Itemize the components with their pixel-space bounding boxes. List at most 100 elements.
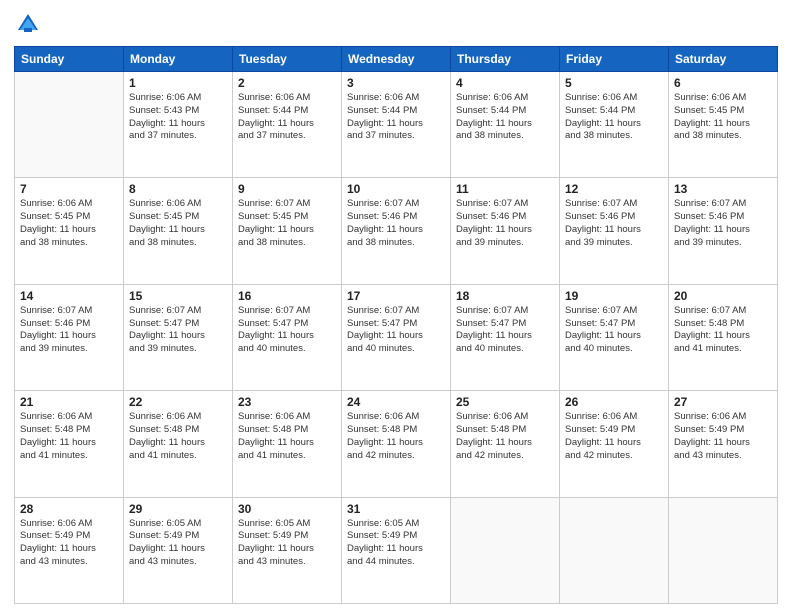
table-row: 25Sunrise: 6:06 AMSunset: 5:48 PMDayligh…	[451, 391, 560, 497]
cell-info-line: Daylight: 11 hours	[347, 118, 445, 131]
cell-info-line: and 41 minutes.	[20, 450, 118, 463]
cell-info-line: and 43 minutes.	[129, 556, 227, 569]
table-row: 21Sunrise: 6:06 AMSunset: 5:48 PMDayligh…	[15, 391, 124, 497]
table-row: 26Sunrise: 6:06 AMSunset: 5:49 PMDayligh…	[560, 391, 669, 497]
cell-info-line: Sunrise: 6:06 AM	[347, 92, 445, 105]
cell-info-line: Sunrise: 6:07 AM	[565, 198, 663, 211]
cell-info-line: Sunset: 5:46 PM	[20, 318, 118, 331]
day-number: 28	[20, 502, 118, 516]
cell-info-line: and 44 minutes.	[347, 556, 445, 569]
cell-info-line: and 38 minutes.	[565, 130, 663, 143]
day-number: 26	[565, 395, 663, 409]
cell-info-line: Daylight: 11 hours	[238, 224, 336, 237]
cell-info-line: Sunset: 5:47 PM	[456, 318, 554, 331]
cell-info-line: and 40 minutes.	[238, 343, 336, 356]
cell-info-line: Sunrise: 6:06 AM	[129, 92, 227, 105]
cell-info-line: Daylight: 11 hours	[565, 118, 663, 131]
day-number: 24	[347, 395, 445, 409]
cell-info-line: Daylight: 11 hours	[674, 330, 772, 343]
cell-info-line: Daylight: 11 hours	[238, 118, 336, 131]
cell-info-line: Daylight: 11 hours	[347, 543, 445, 556]
day-number: 5	[565, 76, 663, 90]
cell-info-line: Sunset: 5:49 PM	[347, 530, 445, 543]
day-header-tuesday: Tuesday	[233, 47, 342, 72]
cell-info-line: Sunrise: 6:06 AM	[20, 411, 118, 424]
table-row	[669, 497, 778, 603]
cell-info-line: and 41 minutes.	[238, 450, 336, 463]
cell-info-line: Daylight: 11 hours	[129, 224, 227, 237]
cell-info-line: Sunrise: 6:07 AM	[20, 305, 118, 318]
cell-info-line: Sunset: 5:46 PM	[347, 211, 445, 224]
cell-info-line: Sunrise: 6:06 AM	[129, 411, 227, 424]
day-number: 8	[129, 182, 227, 196]
cell-info-line: Sunset: 5:48 PM	[674, 318, 772, 331]
cell-info-line: Sunrise: 6:06 AM	[238, 411, 336, 424]
cell-info-line: and 42 minutes.	[347, 450, 445, 463]
table-row: 17Sunrise: 6:07 AMSunset: 5:47 PMDayligh…	[342, 284, 451, 390]
cell-info-line: Daylight: 11 hours	[238, 543, 336, 556]
cell-info-line: Daylight: 11 hours	[674, 118, 772, 131]
cell-info-line: Daylight: 11 hours	[565, 437, 663, 450]
cell-info-line: Sunset: 5:44 PM	[456, 105, 554, 118]
calendar-week-row: 14Sunrise: 6:07 AMSunset: 5:46 PMDayligh…	[15, 284, 778, 390]
cell-info-line: Daylight: 11 hours	[238, 330, 336, 343]
cell-info-line: and 40 minutes.	[347, 343, 445, 356]
cell-info-line: Daylight: 11 hours	[347, 224, 445, 237]
cell-info-line: and 39 minutes.	[20, 343, 118, 356]
page: SundayMondayTuesdayWednesdayThursdayFrid…	[0, 0, 792, 612]
day-number: 10	[347, 182, 445, 196]
table-row: 22Sunrise: 6:06 AMSunset: 5:48 PMDayligh…	[124, 391, 233, 497]
cell-info-line: and 42 minutes.	[565, 450, 663, 463]
calendar-week-row: 7Sunrise: 6:06 AMSunset: 5:45 PMDaylight…	[15, 178, 778, 284]
cell-info-line: and 43 minutes.	[674, 450, 772, 463]
table-row: 9Sunrise: 6:07 AMSunset: 5:45 PMDaylight…	[233, 178, 342, 284]
cell-info-line: and 39 minutes.	[129, 343, 227, 356]
table-row: 27Sunrise: 6:06 AMSunset: 5:49 PMDayligh…	[669, 391, 778, 497]
cell-info-line: Sunset: 5:48 PM	[20, 424, 118, 437]
calendar: SundayMondayTuesdayWednesdayThursdayFrid…	[14, 46, 778, 604]
cell-info-line: Sunrise: 6:06 AM	[456, 92, 554, 105]
table-row: 31Sunrise: 6:05 AMSunset: 5:49 PMDayligh…	[342, 497, 451, 603]
cell-info-line: Sunset: 5:49 PM	[238, 530, 336, 543]
cell-info-line: Sunrise: 6:06 AM	[456, 411, 554, 424]
cell-info-line: Sunrise: 6:05 AM	[129, 518, 227, 531]
cell-info-line: and 43 minutes.	[20, 556, 118, 569]
day-number: 25	[456, 395, 554, 409]
table-row: 13Sunrise: 6:07 AMSunset: 5:46 PMDayligh…	[669, 178, 778, 284]
cell-info-line: and 39 minutes.	[456, 237, 554, 250]
cell-info-line: Sunset: 5:45 PM	[129, 211, 227, 224]
cell-info-line: Sunset: 5:49 PM	[674, 424, 772, 437]
cell-info-line: Sunrise: 6:07 AM	[674, 305, 772, 318]
day-number: 20	[674, 289, 772, 303]
table-row: 28Sunrise: 6:06 AMSunset: 5:49 PMDayligh…	[15, 497, 124, 603]
day-number: 4	[456, 76, 554, 90]
cell-info-line: Daylight: 11 hours	[456, 118, 554, 131]
cell-info-line: Daylight: 11 hours	[20, 224, 118, 237]
day-header-thursday: Thursday	[451, 47, 560, 72]
day-header-sunday: Sunday	[15, 47, 124, 72]
day-number: 18	[456, 289, 554, 303]
cell-info-line: Sunset: 5:47 PM	[238, 318, 336, 331]
cell-info-line: Sunrise: 6:06 AM	[129, 198, 227, 211]
day-number: 22	[129, 395, 227, 409]
cell-info-line: Sunrise: 6:07 AM	[129, 305, 227, 318]
cell-info-line: Sunset: 5:49 PM	[20, 530, 118, 543]
cell-info-line: Sunrise: 6:06 AM	[674, 92, 772, 105]
cell-info-line: Sunset: 5:48 PM	[238, 424, 336, 437]
cell-info-line: and 38 minutes.	[347, 237, 445, 250]
table-row: 12Sunrise: 6:07 AMSunset: 5:46 PMDayligh…	[560, 178, 669, 284]
cell-info-line: Daylight: 11 hours	[456, 437, 554, 450]
calendar-header-row: SundayMondayTuesdayWednesdayThursdayFrid…	[15, 47, 778, 72]
day-header-friday: Friday	[560, 47, 669, 72]
table-row: 15Sunrise: 6:07 AMSunset: 5:47 PMDayligh…	[124, 284, 233, 390]
cell-info-line: Sunset: 5:45 PM	[20, 211, 118, 224]
cell-info-line: Daylight: 11 hours	[347, 330, 445, 343]
cell-info-line: Daylight: 11 hours	[674, 224, 772, 237]
cell-info-line: and 38 minutes.	[456, 130, 554, 143]
cell-info-line: and 37 minutes.	[238, 130, 336, 143]
cell-info-line: Daylight: 11 hours	[565, 330, 663, 343]
table-row: 18Sunrise: 6:07 AMSunset: 5:47 PMDayligh…	[451, 284, 560, 390]
table-row: 14Sunrise: 6:07 AMSunset: 5:46 PMDayligh…	[15, 284, 124, 390]
day-number: 14	[20, 289, 118, 303]
cell-info-line: Sunrise: 6:05 AM	[347, 518, 445, 531]
